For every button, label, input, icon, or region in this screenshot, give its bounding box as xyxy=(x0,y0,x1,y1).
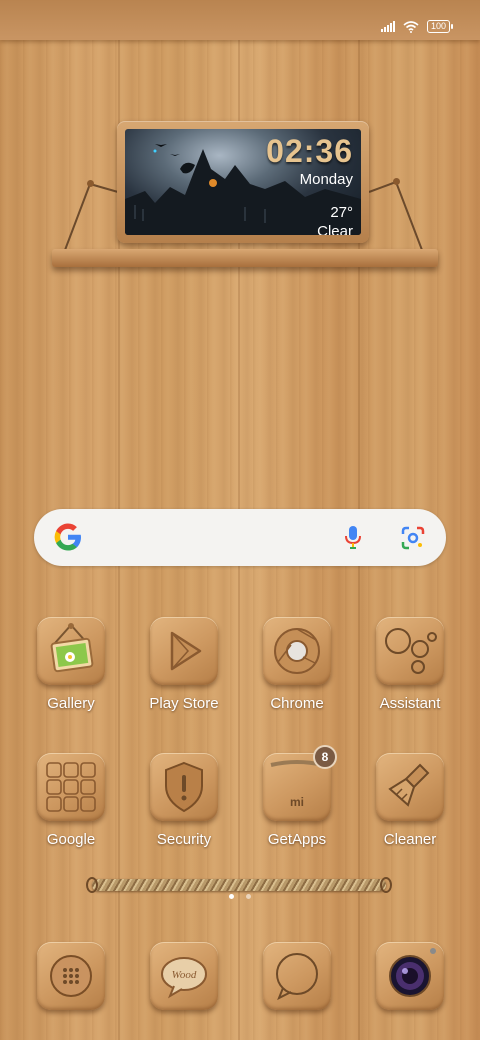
app-label: Google xyxy=(46,831,96,848)
app-label: Security xyxy=(156,831,212,848)
play-store-icon xyxy=(150,617,218,685)
app-google-folder[interactable]: Google xyxy=(21,753,121,848)
dock-wood-text: Wood xyxy=(172,969,197,981)
app-label: Chrome xyxy=(270,695,324,712)
google-folder-icon xyxy=(37,753,105,821)
app-gallery[interactable]: Gallery xyxy=(21,617,121,712)
phone-dialer-icon xyxy=(37,942,105,1010)
wifi-icon xyxy=(403,20,419,33)
weather-condition: Clear xyxy=(317,223,353,235)
clock-day: Monday xyxy=(299,171,353,188)
app-play-store[interactable]: Play Store xyxy=(134,617,234,712)
dock-phone[interactable] xyxy=(21,942,121,1010)
app-getapps[interactable]: mi 8 GetApps xyxy=(247,745,347,848)
rope-peg xyxy=(393,178,400,185)
clock-time: 02:36 xyxy=(266,133,353,169)
google-g-icon xyxy=(54,523,81,551)
messages-icon: Wood xyxy=(150,942,218,1010)
camera-icon xyxy=(376,942,444,1010)
google-lens-icon[interactable] xyxy=(399,524,427,552)
security-shield-icon xyxy=(150,753,218,821)
cleaner-brush-icon xyxy=(376,753,444,821)
dock-messages[interactable]: Wood xyxy=(134,942,234,1010)
microphone-icon[interactable] xyxy=(339,523,367,551)
rope-divider xyxy=(86,877,392,893)
app-cleaner[interactable]: Cleaner xyxy=(360,753,460,848)
battery-indicator: 100 xyxy=(426,20,454,33)
wood-shelf xyxy=(52,249,438,267)
rope-loop xyxy=(380,877,392,893)
notification-badge: 8 xyxy=(313,745,337,769)
page-indicator-dot[interactable] xyxy=(246,894,251,899)
app-label: Gallery xyxy=(47,695,95,712)
app-label: Play Store xyxy=(149,695,219,712)
getapps-icon: mi 8 xyxy=(263,745,337,821)
app-label: GetApps xyxy=(267,831,327,848)
app-chrome[interactable]: Chrome xyxy=(247,617,347,712)
chrome-icon xyxy=(263,617,331,685)
app-label: Cleaner xyxy=(383,831,437,848)
app-label: Assistant xyxy=(379,695,441,712)
google-search-bar[interactable] xyxy=(34,509,446,566)
halloween-scene-image: 02:36 Monday 27° Clear xyxy=(125,129,361,235)
svg-text:mi: mi xyxy=(290,795,304,809)
page-indicator-dot-active[interactable] xyxy=(229,894,234,899)
assistant-icon xyxy=(376,617,444,685)
app-security[interactable]: Security xyxy=(134,753,234,848)
status-bar: 100 xyxy=(0,0,480,40)
app-assistant[interactable]: Assistant xyxy=(360,617,460,712)
dock-browser[interactable] xyxy=(247,942,347,1010)
browser-icon xyxy=(263,942,331,1010)
rope-peg xyxy=(87,180,94,187)
signal-icon xyxy=(380,21,395,32)
weather-temperature: 27° xyxy=(330,204,353,221)
dock-camera[interactable] xyxy=(360,942,460,1010)
gallery-icon xyxy=(37,617,105,685)
rope-loop xyxy=(86,877,98,893)
clock-weather-widget[interactable]: 02:36 Monday 27° Clear xyxy=(117,121,369,243)
